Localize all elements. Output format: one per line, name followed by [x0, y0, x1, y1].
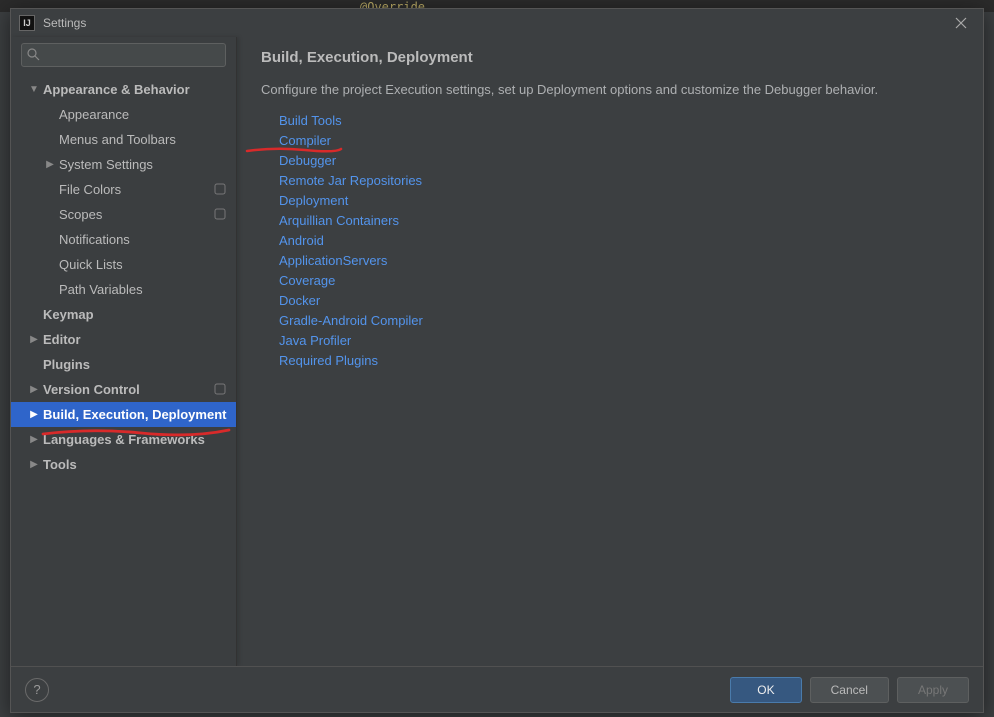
- link-android[interactable]: Android: [279, 233, 959, 248]
- button-label: Cancel: [831, 683, 868, 697]
- tree-label: Path Variables: [59, 282, 228, 297]
- tree-tools[interactable]: ▶ Tools: [11, 452, 236, 477]
- tree-build-execution-deployment[interactable]: ▶ Build, Execution, Deployment: [11, 402, 236, 427]
- tree-label: Appearance & Behavior: [43, 82, 228, 97]
- apply-button[interactable]: Apply: [897, 677, 969, 703]
- cancel-button[interactable]: Cancel: [810, 677, 889, 703]
- tree-path-variables[interactable]: Path Variables: [11, 277, 236, 302]
- project-badge-icon: [214, 183, 228, 197]
- tree-keymap[interactable]: Keymap: [11, 302, 236, 327]
- chevron-right-icon: ▶: [29, 334, 39, 345]
- tree-system-settings[interactable]: ▶ System Settings: [11, 152, 236, 177]
- project-badge-icon: [214, 208, 228, 222]
- tree-label: Notifications: [59, 232, 228, 247]
- tree-appearance-behavior[interactable]: ▼ Appearance & Behavior: [11, 77, 236, 102]
- link-debugger[interactable]: Debugger: [279, 153, 959, 168]
- tree-label: Tools: [43, 457, 228, 472]
- link-deployment[interactable]: Deployment: [279, 193, 959, 208]
- tree-menus-toolbars[interactable]: Menus and Toolbars: [11, 127, 236, 152]
- settings-dialog: IJ Settings ▼ Appearance & Behavior Appe…: [10, 8, 984, 713]
- search-icon: [27, 48, 40, 61]
- tree-languages-frameworks[interactable]: ▶ Languages & Frameworks: [11, 427, 236, 452]
- link-arquillian[interactable]: Arquillian Containers: [279, 213, 959, 228]
- link-required-plugins[interactable]: Required Plugins: [279, 353, 959, 368]
- link-java-profiler[interactable]: Java Profiler: [279, 333, 959, 348]
- close-button[interactable]: [947, 9, 975, 37]
- project-badge-icon: [214, 383, 228, 397]
- tree-label: Scopes: [59, 207, 228, 222]
- tree-version-control[interactable]: ▶ Version Control: [11, 377, 236, 402]
- footer-buttons: OK Cancel Apply: [730, 677, 969, 703]
- tree-editor[interactable]: ▶ Editor: [11, 327, 236, 352]
- link-gradle-android[interactable]: Gradle-Android Compiler: [279, 313, 959, 328]
- dialog-footer: ? OK Cancel Apply: [11, 666, 983, 712]
- close-icon: [955, 17, 967, 29]
- chevron-right-icon: ▶: [29, 384, 39, 395]
- help-icon: ?: [33, 682, 40, 697]
- settings-links: Build Tools Compiler Debugger Remote Jar…: [261, 113, 959, 368]
- tree-label: Plugins: [43, 357, 228, 372]
- chevron-down-icon: ▼: [29, 84, 39, 95]
- settings-tree: ▼ Appearance & Behavior Appearance Menus…: [11, 73, 236, 666]
- tree-label: Build, Execution, Deployment: [43, 407, 228, 422]
- search-input[interactable]: [21, 43, 226, 67]
- window-title: Settings: [43, 16, 86, 30]
- page-title: Build, Execution, Deployment: [261, 49, 959, 66]
- button-label: OK: [757, 683, 774, 697]
- page-description: Configure the project Execution settings…: [261, 82, 959, 97]
- tree-label: Appearance: [59, 107, 228, 122]
- ok-button[interactable]: OK: [730, 677, 801, 703]
- link-docker[interactable]: Docker: [279, 293, 959, 308]
- sidebar: ▼ Appearance & Behavior Appearance Menus…: [11, 37, 237, 666]
- tree-label: System Settings: [59, 157, 228, 172]
- tree-notifications[interactable]: Notifications: [11, 227, 236, 252]
- tree-label: Languages & Frameworks: [43, 432, 228, 447]
- tree-label: File Colors: [59, 182, 228, 197]
- search-row: [11, 37, 236, 73]
- tree-label: Version Control: [43, 382, 228, 397]
- tree-file-colors[interactable]: File Colors: [11, 177, 236, 202]
- app-icon: IJ: [19, 15, 35, 31]
- link-compiler[interactable]: Compiler: [279, 133, 959, 148]
- tree-plugins[interactable]: Plugins: [11, 352, 236, 377]
- tree-appearance[interactable]: Appearance: [11, 102, 236, 127]
- titlebar: IJ Settings: [11, 9, 983, 37]
- tree-label: Menus and Toolbars: [59, 132, 228, 147]
- link-build-tools[interactable]: Build Tools: [279, 113, 959, 128]
- content-area: ▼ Appearance & Behavior Appearance Menus…: [11, 37, 983, 666]
- tree-label: Keymap: [43, 307, 228, 322]
- chevron-right-icon: ▶: [29, 459, 39, 470]
- link-app-servers[interactable]: ApplicationServers: [279, 253, 959, 268]
- link-coverage[interactable]: Coverage: [279, 273, 959, 288]
- tree-label: Quick Lists: [59, 257, 228, 272]
- chevron-right-icon: ▶: [29, 434, 39, 445]
- main-panel: Build, Execution, Deployment Configure t…: [237, 37, 983, 666]
- help-button[interactable]: ?: [25, 678, 49, 702]
- tree-quick-lists[interactable]: Quick Lists: [11, 252, 236, 277]
- chevron-right-icon: ▶: [45, 159, 55, 170]
- button-label: Apply: [918, 683, 948, 697]
- link-remote-jar[interactable]: Remote Jar Repositories: [279, 173, 959, 188]
- tree-scopes[interactable]: Scopes: [11, 202, 236, 227]
- tree-label: Editor: [43, 332, 228, 347]
- chevron-right-icon: ▶: [29, 409, 39, 420]
